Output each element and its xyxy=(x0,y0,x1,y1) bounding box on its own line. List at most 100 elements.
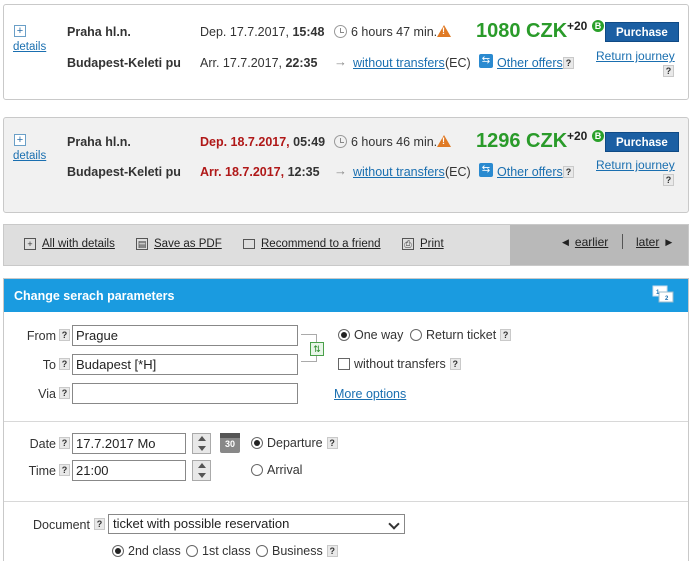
business-option[interactable]: Business ? xyxy=(256,544,338,558)
first-class-option[interactable]: 1st class xyxy=(186,544,251,558)
from-input[interactable] xyxy=(72,325,298,346)
price-supplement: +20 xyxy=(567,129,588,143)
arrival-time: Arr. 18.7.2017, 12:35 xyxy=(200,165,320,179)
document-label: Document xyxy=(33,518,90,532)
date-label: Date xyxy=(29,437,56,451)
section-divider xyxy=(4,501,688,502)
date-input[interactable] xyxy=(72,433,186,454)
calendar-icon[interactable]: 30 xyxy=(220,433,240,453)
to-input[interactable] xyxy=(72,354,298,375)
expand-icon[interactable]: + xyxy=(14,25,26,37)
panel-header: Change serach parameters 1 2 xyxy=(4,279,688,312)
price: 1080 CZK xyxy=(476,20,568,42)
time-stepper[interactable] xyxy=(192,460,211,481)
swap-stations-icon[interactable]: ⇅ xyxy=(310,342,324,356)
return-ticket-option[interactable]: Return ticket ? xyxy=(410,328,512,342)
arrival-time: Arr. 17.7.2017, 22:35 xyxy=(200,56,318,70)
departure-time: Dep. 17.7.2017, 15:48 xyxy=(200,25,325,39)
help-icon[interactable]: ? xyxy=(563,57,574,69)
from-label: From xyxy=(26,329,56,343)
help-icon[interactable]: ? xyxy=(449,358,461,370)
first-class-radio[interactable] xyxy=(186,545,198,557)
all-details-action[interactable]: + All with details xyxy=(24,238,115,250)
purchase-button[interactable]: Purchase xyxy=(605,132,679,152)
offers-icon: ⇆ xyxy=(479,163,493,177)
transfers-link[interactable]: without transfers xyxy=(353,56,445,70)
arrival-radio[interactable] xyxy=(251,464,263,476)
duration: 6 hours 47 min. xyxy=(351,25,438,39)
section-divider xyxy=(4,421,688,422)
departure-radio[interactable] xyxy=(251,437,263,449)
without-transfers-option[interactable]: without transfers ? xyxy=(338,357,461,371)
train-type: (EC) xyxy=(445,165,471,179)
more-options-link[interactable]: More options xyxy=(334,387,406,401)
expand-icon[interactable]: + xyxy=(14,134,26,146)
arrow-right-icon: → xyxy=(334,163,347,178)
tickets-icon[interactable]: 1 2 xyxy=(652,285,674,303)
to-station: Budapest-Keleti pu xyxy=(67,56,181,70)
time-label: Time xyxy=(28,464,56,478)
panel-title: Change serach parameters xyxy=(14,289,175,303)
price-supplement: +20 xyxy=(567,19,588,33)
purchase-button[interactable]: Purchase xyxy=(605,22,679,42)
return-journey-link[interactable]: Return journey xyxy=(596,49,675,63)
help-icon[interactable]: ? xyxy=(500,329,512,341)
departure-option[interactable]: Departure ? xyxy=(251,436,338,450)
bonus-icon: B xyxy=(592,20,604,32)
via-label: Via xyxy=(38,387,56,401)
help-icon[interactable]: ? xyxy=(663,174,674,186)
transfers-link[interactable]: without transfers xyxy=(353,165,445,179)
to-label: To xyxy=(42,358,56,372)
offers-icon: ⇆ xyxy=(479,54,493,68)
help-icon[interactable]: ? xyxy=(59,358,70,370)
printer-icon: ⎙ xyxy=(402,238,414,250)
warning-icon[interactable] xyxy=(437,135,451,147)
help-icon[interactable]: ? xyxy=(326,437,338,449)
help-icon[interactable]: ? xyxy=(326,545,338,557)
return-journey-link[interactable]: Return journey xyxy=(596,158,675,172)
time-input[interactable] xyxy=(72,460,186,481)
business-radio[interactable] xyxy=(256,545,268,557)
nav-divider xyxy=(622,234,623,249)
return-ticket-radio[interactable] xyxy=(410,329,422,341)
results-toolbar: + All with details ▤ Save as PDF Recomme… xyxy=(3,224,689,266)
expand-all-icon: + xyxy=(24,238,36,250)
help-icon[interactable]: ? xyxy=(663,65,674,77)
without-transfers-checkbox[interactable] xyxy=(338,358,350,370)
clock-icon xyxy=(334,25,347,38)
from-station: Praha hl.n. xyxy=(67,25,131,39)
date-stepper[interactable] xyxy=(192,433,211,454)
clock-icon xyxy=(334,135,347,148)
via-input[interactable] xyxy=(72,383,298,404)
duration: 6 hours 46 min. xyxy=(351,135,438,149)
details-link[interactable]: details xyxy=(13,150,46,162)
help-icon[interactable]: ? xyxy=(59,387,70,399)
save-pdf-action[interactable]: ▤ Save as PDF xyxy=(136,238,222,250)
earlier-link[interactable]: ◀ earlier xyxy=(562,235,608,249)
document-select[interactable]: ticket with possible reservation xyxy=(108,514,405,534)
arrival-option[interactable]: Arrival xyxy=(251,463,302,477)
pagination-nav: ◀ earlier later ▶ xyxy=(510,225,688,265)
help-icon[interactable]: ? xyxy=(59,329,70,341)
help-icon[interactable]: ? xyxy=(94,518,105,530)
bonus-icon: B xyxy=(592,130,604,142)
recommend-action[interactable]: Recommend to a friend xyxy=(243,238,381,250)
help-icon[interactable]: ? xyxy=(59,437,70,449)
one-way-radio[interactable] xyxy=(338,329,350,341)
search-panel: Change serach parameters 1 2 From ? To ?… xyxy=(3,278,689,561)
later-link[interactable]: later ▶ xyxy=(636,235,672,249)
print-action[interactable]: ⎙ Print xyxy=(402,238,444,250)
warning-icon[interactable] xyxy=(437,25,451,37)
details-link[interactable]: details xyxy=(13,41,46,53)
help-icon[interactable]: ? xyxy=(59,464,70,476)
other-offers-link[interactable]: Other offers xyxy=(497,56,563,70)
other-offers-link[interactable]: Other offers xyxy=(497,165,563,179)
second-class-radio[interactable] xyxy=(112,545,124,557)
price: 1296 CZK xyxy=(476,130,568,152)
one-way-option[interactable]: One way xyxy=(338,328,403,342)
departure-time: Dep. 18.7.2017, 05:49 xyxy=(200,135,326,149)
second-class-option[interactable]: 2nd class xyxy=(112,544,181,558)
help-icon[interactable]: ? xyxy=(563,166,574,178)
train-type: (EC) xyxy=(445,56,471,70)
envelope-icon xyxy=(243,239,255,249)
